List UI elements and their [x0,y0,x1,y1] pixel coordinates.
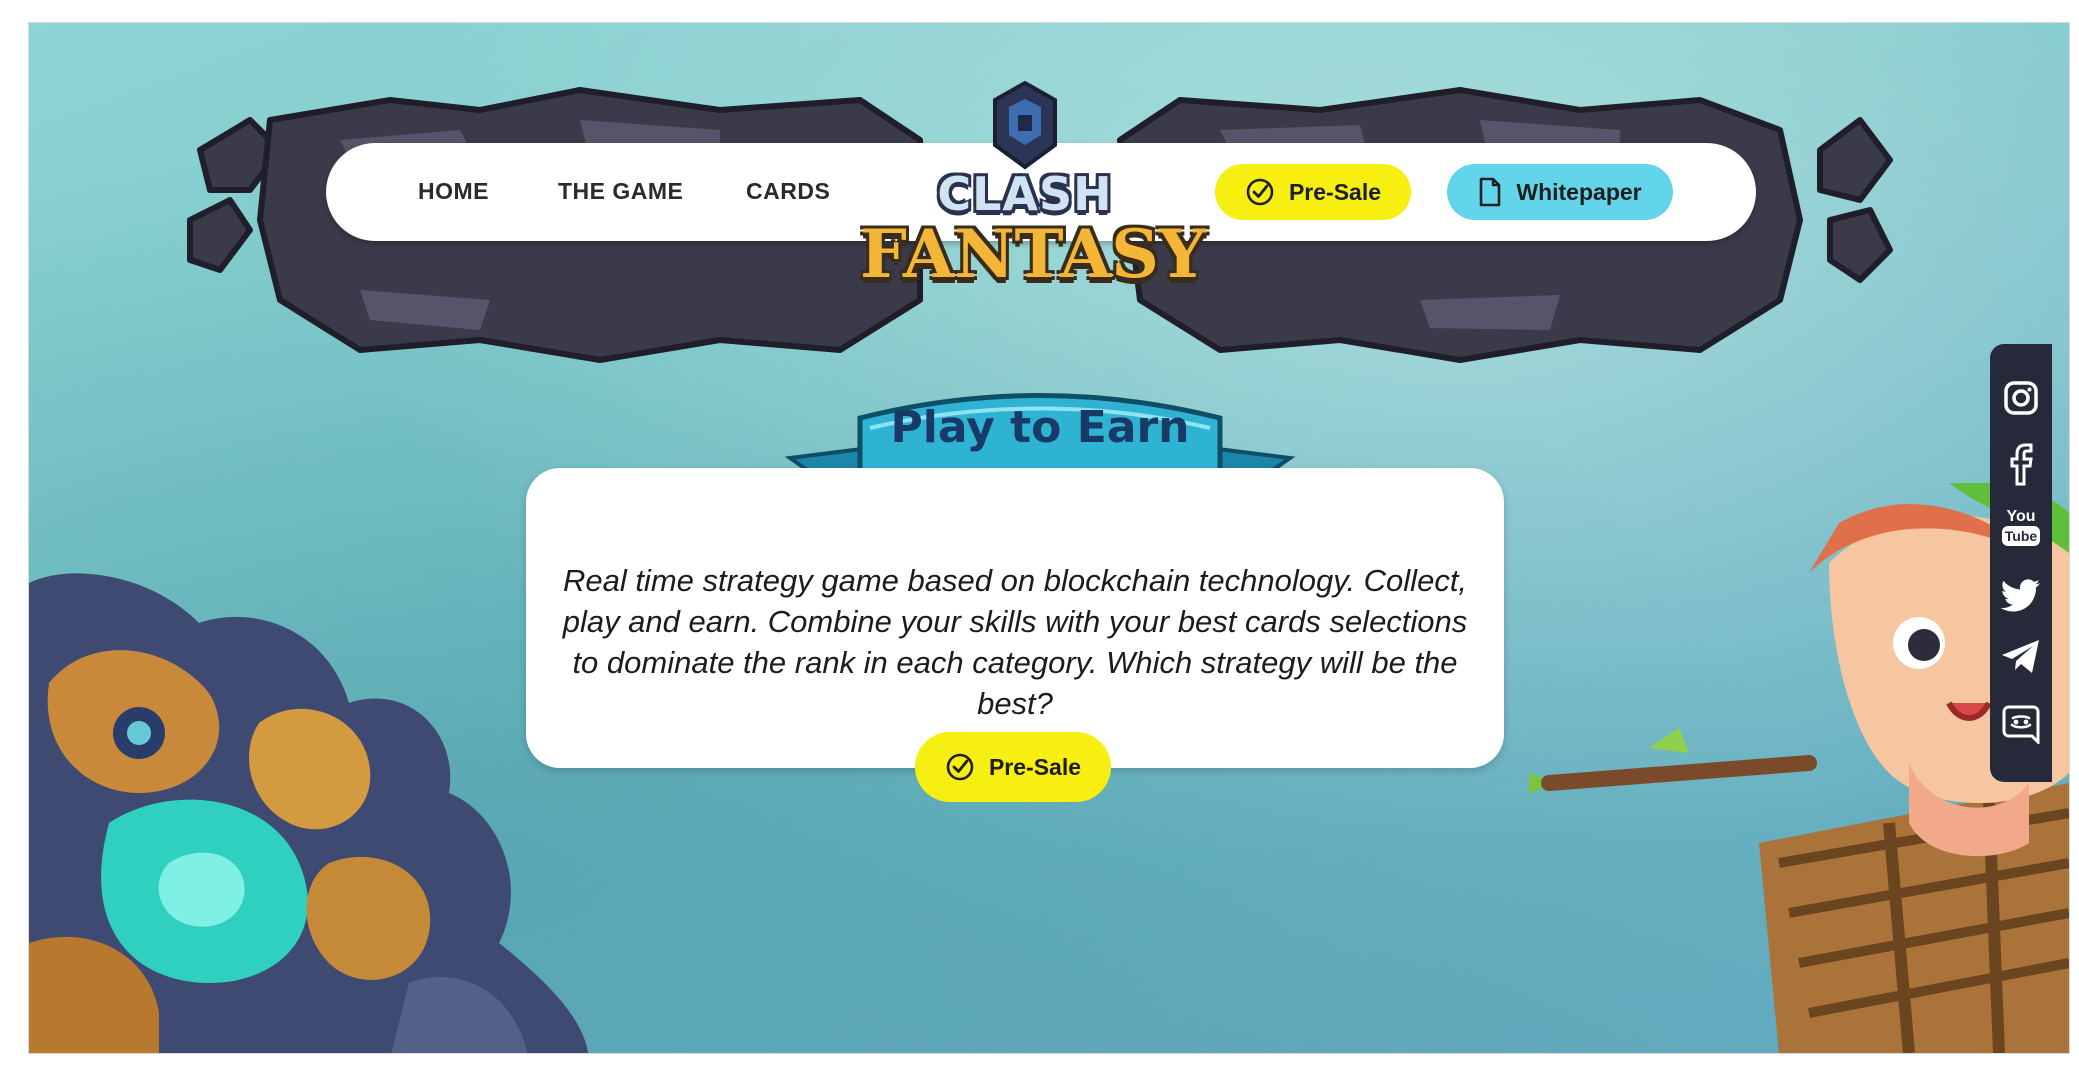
svg-text:Tube: Tube [2005,528,2038,544]
check-circle-icon [1246,178,1274,206]
banner-title: Play to Earn [890,402,1190,453]
tower-creature-art [1529,483,2069,1053]
svg-text:You: You [2006,508,2035,525]
game-description: Real time strategy game based on blockch… [562,563,1468,721]
social-sidebar: You Tube [1990,344,2052,782]
discord-icon[interactable] [1990,704,2052,744]
youtube-icon[interactable]: You Tube [1990,504,2052,550]
nav-home-link[interactable]: HOME [418,178,489,205]
logo-tower-icon [993,80,1057,170]
whitepaper-button[interactable]: Whitepaper [1447,164,1673,220]
clash-fantasy-logo[interactable]: CLASH FANTASY [860,75,1207,305]
nav-the-game-link[interactable]: THE GAME [558,178,683,205]
facebook-icon[interactable] [1990,442,2052,486]
presale-button[interactable]: Pre-Sale [1215,164,1411,220]
telegram-icon[interactable] [1990,638,2052,676]
whitepaper-button-label: Whitepaper [1516,178,1642,205]
logo-clash-text: CLASH [937,167,1113,221]
presale-button-label: Pre-Sale [1288,178,1382,205]
instagram-icon[interactable] [1990,378,2052,418]
twitter-icon[interactable] [1990,576,2052,614]
logo-fantasy-text: FANTASY [860,215,1207,293]
hero-presale-label: Pre-Sale [988,753,1082,780]
hero-presale-button[interactable]: Pre-Sale [915,732,1111,802]
nav-cards-link[interactable]: CARDS [746,178,830,205]
check-circle-icon [946,753,974,781]
document-icon [1480,177,1501,207]
